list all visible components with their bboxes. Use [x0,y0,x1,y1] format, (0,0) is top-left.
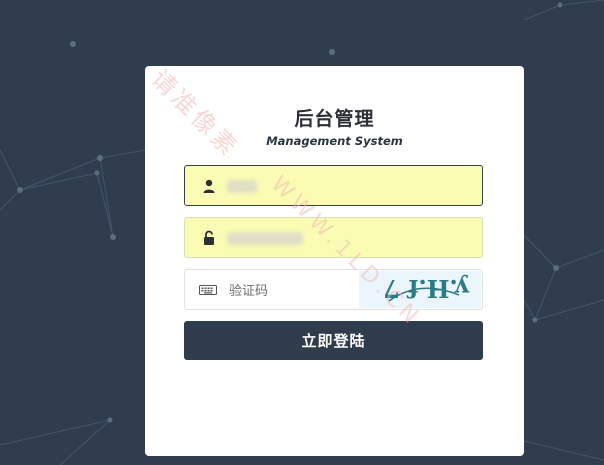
user-icon [203,179,215,193]
page-subtitle: Management System [266,134,403,148]
captcha-image-graphic: y.H.f 7 [383,274,470,303]
username-value-redacted [227,180,257,193]
keyboard-icon [199,285,217,295]
captcha-field[interactable]: y.H.f 7 [184,269,483,310]
password-field[interactable] [184,217,483,258]
username-field[interactable] [184,165,483,206]
lock-icon [204,230,214,245]
page-title: 后台管理 [294,108,375,130]
login-button[interactable]: 立即登陆 [184,321,483,360]
password-value-redacted [227,232,303,245]
captcha-input[interactable] [227,280,361,302]
login-card: 后台管理 Management System 验证码 y.H.f 7 立即登陆 [145,66,524,456]
captcha-image[interactable]: y.H.f 7 [359,271,481,308]
